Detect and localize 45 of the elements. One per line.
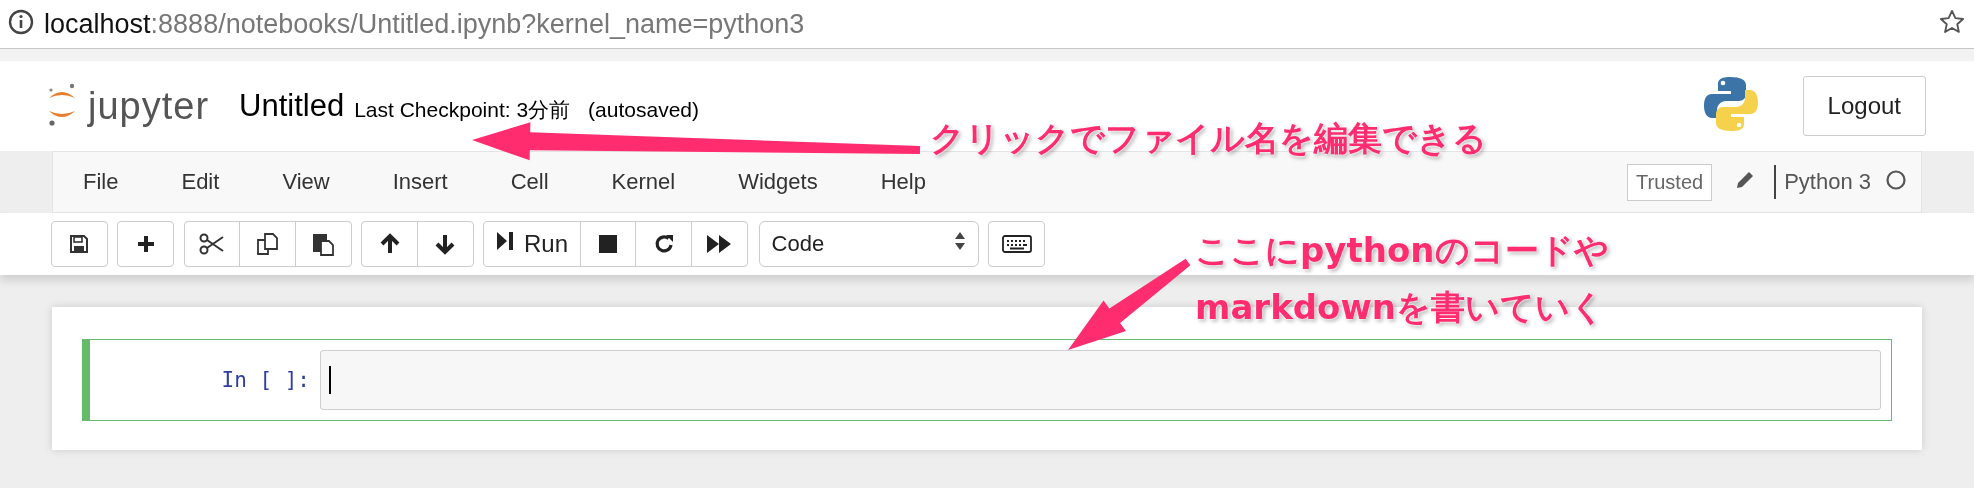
run-button[interactable]: Run [483, 221, 582, 267]
scissors-button[interactable] [183, 221, 241, 267]
menu-item[interactable]: Insert [376, 161, 464, 203]
autosave-status: (autosaved) [588, 98, 699, 122]
plus-button[interactable] [117, 221, 174, 267]
menu-item[interactable]: Edit [165, 161, 236, 203]
up-arrow-icon [378, 233, 401, 255]
menu-item[interactable]: Cell [494, 161, 565, 203]
code-input-field[interactable] [320, 350, 1881, 410]
trusted-indicator[interactable]: Trusted [1627, 163, 1713, 201]
up-arrow-button[interactable] [361, 221, 418, 267]
copy-icon [255, 232, 280, 256]
down-arrow-button[interactable] [416, 221, 474, 267]
fast-forward-button[interactable] [690, 221, 748, 267]
kernel-name: Python 3 [1784, 169, 1871, 195]
scissors-icon [199, 233, 225, 255]
annotation-text: ここにpythonのコードや [1195, 229, 1609, 272]
save-icon [69, 234, 89, 254]
copy-button[interactable] [239, 221, 296, 267]
paste-icon [311, 232, 335, 256]
restart-button[interactable] [635, 221, 693, 267]
input-prompt: In [ ]: [220, 368, 311, 392]
restart-icon [652, 233, 675, 255]
stop-button[interactable] [579, 221, 637, 267]
annotation-text: クリックでファイル名を編集できる [930, 117, 1487, 160]
menu-item[interactable]: Kernel [595, 161, 692, 203]
menu-item[interactable]: Help [864, 161, 942, 203]
logo-text: jupyter [88, 84, 210, 128]
keyboard-icon [1001, 235, 1032, 253]
fast-forward-icon [706, 234, 733, 254]
annotation-text: markdownを書いていく [1195, 286, 1607, 329]
logout-button[interactable]: Logout [1802, 76, 1926, 136]
code-cell[interactable]: In [ ]: [82, 339, 1892, 421]
down-arrow-icon [434, 233, 456, 255]
cell-type-dropdown[interactable]: Code [758, 221, 979, 267]
menu-item[interactable]: View [266, 161, 346, 203]
paste-button[interactable] [294, 221, 352, 267]
menu-item[interactable]: File [67, 161, 135, 203]
stop-icon [598, 234, 619, 254]
notebook-title[interactable]: Untitled [239, 88, 345, 124]
keyboard-button[interactable] [988, 221, 1046, 267]
checkpoint-status: Last Checkpoint: 3分前 [354, 97, 571, 123]
plus-icon [135, 234, 156, 254]
menu-item[interactable]: Widgets [722, 161, 834, 203]
save-button[interactable] [50, 221, 108, 267]
